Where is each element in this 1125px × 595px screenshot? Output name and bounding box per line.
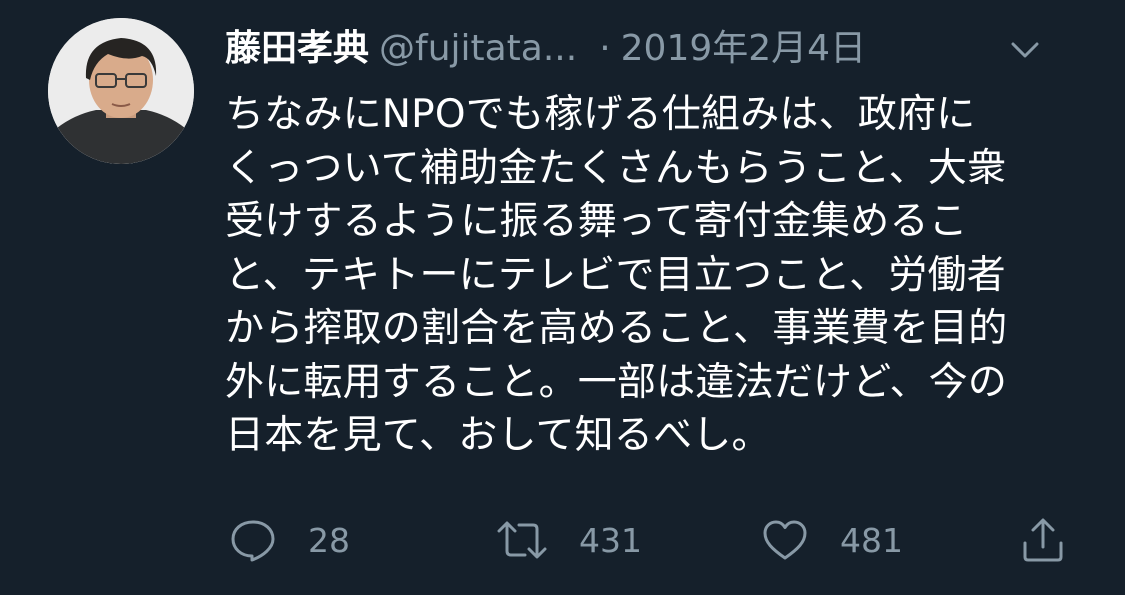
chevron-down-icon [1005,30,1045,70]
share-upload-icon [1018,515,1068,565]
tweet-text-line: 外に転用すること。一部は違法だけど、今の [225,359,1008,405]
tweet-text-line: から搾取の割合を高めること、事業費を目的 [225,306,1008,351]
separator-dot: · [599,28,611,69]
share-button[interactable] [1018,510,1068,570]
more-options-button[interactable] [1005,30,1045,70]
display-name[interactable]: 藤田孝典 [225,28,369,69]
user-handle[interactable]: @fujitata... [379,28,577,69]
retweet-arrows-icon [495,515,549,565]
tweet-text: ちなみにNPOでも稼げる仕組みは、政府に くっついて補助金たくさんもらうこと、大… [225,88,1085,463]
tweet-actions: 28 431 481 [225,510,1085,570]
like-count: 481 [840,520,903,560]
tweet-card: 藤田孝典 @fujitata... · 2019年2月4日 ちなみにNPOでも稼げる仕… [0,0,1125,595]
retweet-button[interactable]: 431 [495,510,642,570]
tweet-date[interactable]: 2019年2月4日 [621,28,866,69]
tweet-header: 藤田孝典 @fujitata... · 2019年2月4日 [225,26,1065,76]
avatar-photo [48,18,194,164]
retweet-count: 431 [579,520,642,560]
tweet-text-line: くっついて補助金たくさんもらうこと、大衆 [225,145,1007,191]
like-button[interactable]: 481 [760,510,903,570]
avatar[interactable] [48,18,194,164]
heart-icon [760,515,810,565]
speech-bubble-icon [228,515,278,565]
reply-button[interactable]: 28 [228,510,350,570]
tweet-text-line: 受けするように振る舞って寄付金集めるこ [225,199,968,244]
tweet-text-line: と、テキトーにテレビで目立つこと、労働者 [225,252,1006,298]
tweet-text-line: 日本を見て、おして知るべし。 [225,413,771,458]
tweet-text-line: ちなみにNPOでも稼げる仕組みは、政府に [225,92,976,137]
reply-count: 28 [308,520,350,560]
